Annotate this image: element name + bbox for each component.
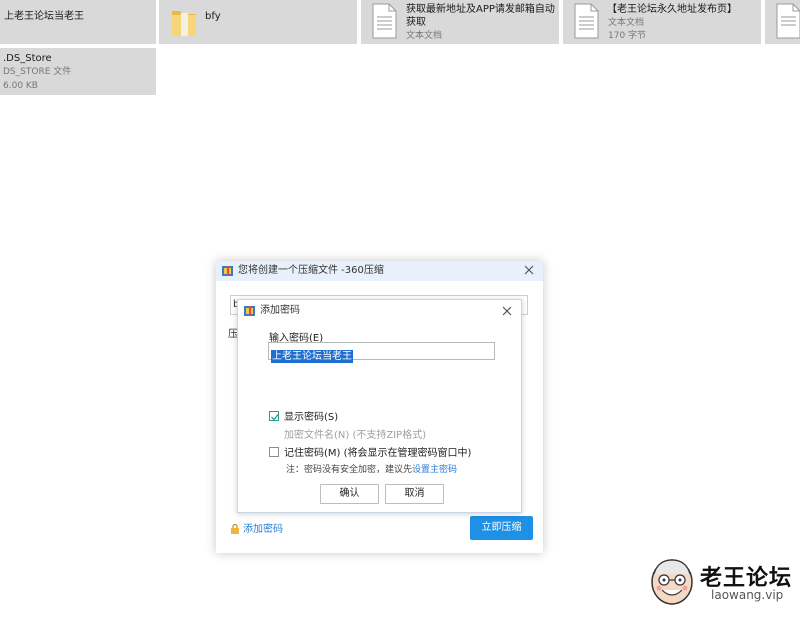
password-note-text: 注：密码没有安全加密，建议先 — [286, 465, 413, 475]
compress-dialog-title: 您将创建一个压缩文件 -360压缩 — [238, 265, 384, 276]
remember-password-label: 记住密码(M) (将会显示在管理密码窗口中) — [284, 448, 472, 459]
folder-icon — [172, 11, 196, 36]
set-master-password-link[interactable]: 设置主密码 — [412, 465, 457, 475]
add-password-link[interactable]: 添加密码 — [230, 520, 283, 535]
add-password-title: 添加密码 — [260, 305, 300, 316]
archive-app-icon — [244, 306, 255, 316]
add-password-link-label: 添加密码 — [243, 524, 283, 535]
file-tile[interactable]: 上老王论坛当老王 — [0, 0, 156, 44]
file-name: bfy — [205, 11, 221, 22]
file-tile-partial[interactable] — [765, 0, 800, 44]
file-type: 文本文档 — [406, 31, 443, 41]
text-document-icon — [776, 3, 800, 39]
password-value: 上老王论坛当老王 — [271, 350, 353, 363]
file-type: 文本文档 — [608, 18, 645, 28]
file-size: 6.00 KB — [3, 81, 38, 91]
file-tile[interactable]: bfy — [159, 0, 357, 44]
file-name: .DS_Store — [3, 53, 52, 64]
file-name: 上老王论坛当老王 — [4, 11, 84, 22]
file-tile[interactable]: 获取最新地址及APP请发邮箱自动 获取 文本文档 — [361, 0, 559, 44]
close-icon[interactable] — [523, 264, 535, 276]
file-name: 获取最新地址及APP请发邮箱自动 — [406, 4, 555, 15]
encrypt-filename-checkbox — [269, 429, 279, 439]
show-password-row[interactable]: 显示密码(S) — [269, 408, 338, 423]
add-password-titlebar[interactable]: 添加密码 — [238, 300, 521, 322]
cancel-button[interactable]: 取消 — [385, 484, 444, 504]
encrypt-filename-label: 加密文件名(N) (不支持ZIP格式) — [284, 430, 427, 441]
lock-icon — [231, 524, 239, 534]
file-tile[interactable]: 【老王论坛永久地址发布页】 文本文档 170 字节 — [563, 0, 761, 44]
file-size: 170 字节 — [608, 31, 647, 41]
watermark-url: laowang.vip — [711, 588, 784, 602]
compress-now-button[interactable]: 立即压缩 — [470, 516, 533, 540]
text-document-icon — [372, 3, 397, 39]
add-password-dialog: 添加密码 输入密码(E) 上老王论坛当老王 显示密码(S) 加密文件名(N) (… — [237, 299, 522, 513]
file-tile[interactable]: .DS_Store DS_STORE 文件 6.00 KB — [0, 48, 156, 95]
show-password-label: 显示密码(S) — [284, 412, 339, 423]
password-input[interactable]: 上老王论坛当老王 — [268, 342, 495, 363]
ok-button[interactable]: 确认 — [320, 484, 379, 504]
file-type: DS_STORE 文件 — [3, 67, 72, 77]
close-icon[interactable] — [501, 305, 513, 317]
remember-password-checkbox[interactable] — [269, 447, 279, 457]
encrypt-filename-row: 加密文件名(N) (不支持ZIP格式) — [269, 426, 426, 441]
file-name-line2: 获取 — [406, 17, 426, 28]
show-password-checkbox[interactable] — [269, 411, 280, 421]
password-note: 注：密码没有安全加密，建议先设置主密码 — [286, 462, 457, 475]
old-man-logo-icon — [651, 559, 693, 605]
checkmark-icon — [271, 413, 280, 421]
remember-password-row[interactable]: 记住密码(M) (将会显示在管理密码窗口中) — [269, 444, 471, 459]
text-document-icon — [574, 3, 599, 39]
archive-app-icon — [222, 266, 233, 276]
file-name: 【老王论坛永久地址发布页】 — [607, 4, 737, 15]
compress-dialog-titlebar[interactable]: 您将创建一个压缩文件 -360压缩 — [216, 261, 543, 281]
